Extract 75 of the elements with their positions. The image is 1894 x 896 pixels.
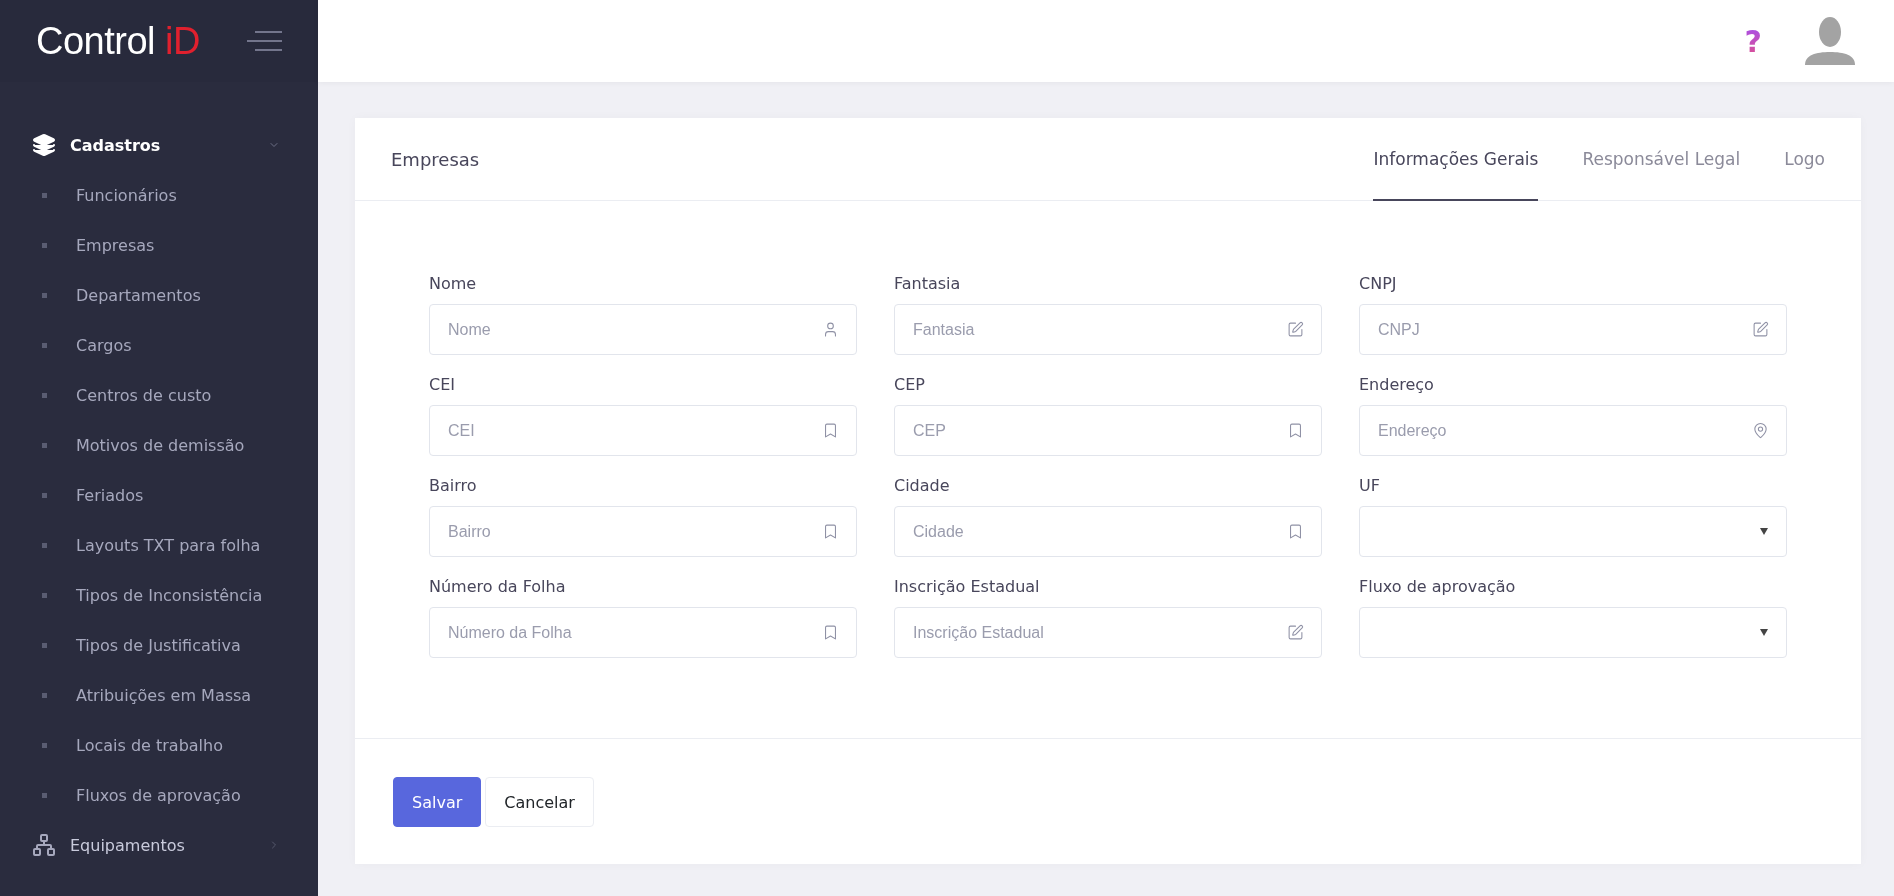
field-label: CNPJ [1359, 274, 1398, 293]
select-field[interactable] [1359, 607, 1787, 658]
tab[interactable]: Informações Gerais [1373, 118, 1539, 201]
sidebar-subitem[interactable]: Tipos de Inconsistência [0, 570, 318, 620]
menu-icon[interactable] [247, 31, 282, 51]
bullet-icon [42, 592, 47, 598]
field-label: Nome [429, 274, 478, 293]
sidebar-subitem[interactable]: Cargos [0, 320, 318, 370]
bullet-icon [42, 192, 47, 198]
sidebar-subitem[interactable]: Fluxos de aprovação [0, 770, 318, 820]
save-button[interactable]: Salvar [393, 777, 482, 827]
field-label: Bairro [429, 476, 478, 495]
tab[interactable]: Responsável Legal [1582, 118, 1741, 201]
edit-icon [1287, 321, 1304, 338]
input-field[interactable]: Fantasia [894, 304, 1322, 355]
bullet-icon [42, 442, 47, 448]
field-label: CEI [429, 375, 456, 394]
sidebar-subitem[interactable]: Layouts TXT para folha [0, 520, 318, 570]
sidebar-item[interactable]: Cadastros [0, 120, 318, 170]
sitemap-icon [32, 833, 56, 857]
bullet-icon [42, 342, 47, 348]
bookmark-icon [822, 422, 839, 439]
card-title: Empresas [391, 148, 480, 170]
edit-icon [1752, 321, 1769, 338]
sidebar-subitem[interactable]: Locais de trabalho [0, 720, 318, 770]
input-field[interactable]: Número da Folha [429, 607, 857, 658]
sidebar-subitem[interactable]: Funcionários [0, 170, 318, 220]
field-label: Fluxo de aprovação [1359, 577, 1517, 596]
input-field[interactable]: Cidade [894, 506, 1322, 557]
field-label: CEP [894, 375, 926, 394]
bullet-icon [42, 292, 47, 298]
input-field[interactable]: Bairro [429, 506, 857, 557]
input-field[interactable]: Nome [429, 304, 857, 355]
sidebar-subitem[interactable]: Departamentos [0, 270, 318, 320]
input-field[interactable]: Endereço [1359, 405, 1787, 456]
user-icon [822, 321, 839, 338]
bullet-icon [42, 242, 47, 248]
bookmark-icon [822, 523, 839, 540]
layers-icon [32, 133, 56, 157]
field-label: Fantasia [894, 274, 962, 293]
bullet-icon [42, 542, 47, 548]
bullet-icon [42, 492, 47, 498]
sidebar-subitem[interactable]: Empresas [0, 220, 318, 270]
sidebar-subitem[interactable]: Motivos de demissão [0, 420, 318, 470]
tab[interactable]: Logo [1784, 118, 1825, 201]
bullet-icon [42, 642, 47, 648]
sidebar-subitem[interactable]: Tipos de Justificativa [0, 620, 318, 670]
caret-icon [1760, 629, 1768, 636]
field-label: Número da Folha [429, 577, 567, 596]
field-label: Endereço [1359, 375, 1435, 394]
sidebar-subitem[interactable]: Feriados [0, 470, 318, 520]
bookmark-icon [1287, 422, 1304, 439]
bullet-icon [42, 392, 47, 398]
bookmark-icon [1287, 523, 1304, 540]
caret-icon [1760, 528, 1768, 535]
input-field[interactable]: Inscrição Estadual [894, 607, 1322, 658]
bookmark-icon [822, 624, 839, 641]
sidebar-subitem[interactable]: Atribuições em Massa [0, 670, 318, 720]
field-label: Inscrição Estadual [894, 577, 1041, 596]
location-pin-icon [1752, 422, 1769, 439]
sidebar-subitem[interactable]: Centros de custo [0, 370, 318, 420]
input-field[interactable]: CNPJ [1359, 304, 1787, 355]
bullet-icon [42, 742, 47, 748]
bullet-icon [42, 692, 47, 698]
field-label: UF [1359, 476, 1381, 495]
bullet-icon [42, 792, 47, 798]
input-field[interactable]: CEP [894, 405, 1322, 456]
cancel-button[interactable]: Cancelar [485, 777, 594, 827]
select-field[interactable] [1359, 506, 1787, 557]
edit-icon [1287, 624, 1304, 641]
field-label: Cidade [894, 476, 951, 495]
input-field[interactable]: CEI [429, 405, 857, 456]
avatar-icon[interactable] [1804, 15, 1856, 67]
logo: Control iD [36, 19, 200, 63]
sidebar-item[interactable]: Equipamentos [0, 820, 318, 870]
